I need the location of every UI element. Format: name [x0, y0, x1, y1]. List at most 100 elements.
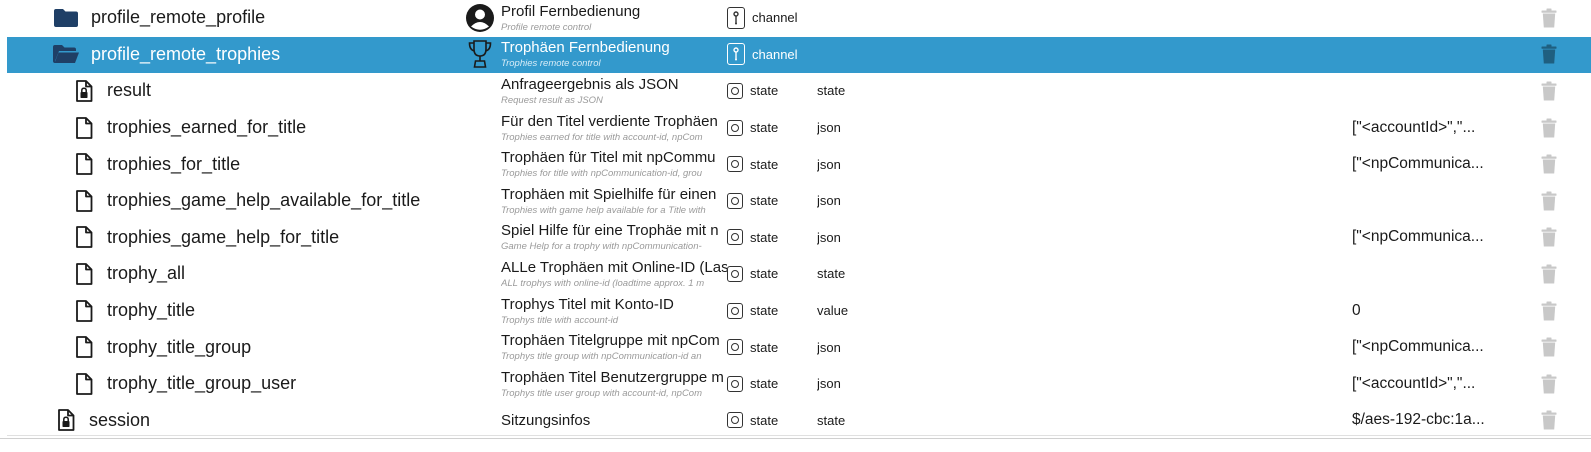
delete-button[interactable]	[1535, 146, 1563, 182]
object-name[interactable]: Profil Fernbedienung Profile remote cont…	[501, 0, 727, 36]
object-role[interactable]: json	[817, 329, 937, 365]
tree-row[interactable]: trophy_title_group_user Trophäen Titel B…	[7, 366, 1591, 403]
object-role[interactable]: json	[817, 183, 937, 219]
object-name[interactable]: ALLe Trophäen mit Online-ID (Las ALL tro…	[501, 256, 727, 292]
delete-button[interactable]	[1535, 403, 1563, 439]
object-value[interactable]: ["<accountId>","...	[1352, 110, 1522, 146]
tree-row[interactable]: trophies_game_help_for_title Spiel Hilfe…	[7, 220, 1591, 257]
object-value[interactable]	[1352, 256, 1522, 292]
object-id[interactable]: profile_remote_trophies	[91, 37, 280, 73]
object-value[interactable]: ["<npCommunica...	[1352, 220, 1522, 256]
object-type: state	[727, 256, 817, 292]
channel-icon	[727, 6, 745, 29]
object-name[interactable]: Spiel Hilfe für eine Trophäe mit n Game …	[501, 220, 727, 256]
object-id[interactable]: profile_remote_profile	[91, 0, 265, 36]
object-id[interactable]: session	[89, 403, 150, 439]
file-icon[interactable]	[69, 110, 99, 146]
state-icon	[727, 82, 743, 99]
object-role[interactable]: state	[817, 73, 937, 109]
file-icon[interactable]	[69, 293, 99, 329]
object-type: state	[727, 220, 817, 256]
state-icon	[727, 375, 743, 392]
object-role[interactable]	[817, 0, 937, 36]
delete-button[interactable]	[1535, 293, 1563, 329]
object-role[interactable]: state	[817, 256, 937, 292]
object-role[interactable]: json	[817, 110, 937, 146]
delete-button[interactable]	[1535, 0, 1563, 36]
object-id[interactable]: trophy_title_group_user	[107, 366, 296, 402]
file-icon[interactable]	[69, 220, 99, 256]
object-type: state	[727, 183, 817, 219]
object-id[interactable]: trophies_game_help_available_for_title	[107, 183, 420, 219]
object-description: Trophies for title with npCommunication-…	[501, 168, 702, 180]
object-value[interactable]: $/aes-192-cbc:1a...	[1352, 403, 1522, 439]
tree-row[interactable]: result Anfrageergebnis als JSON Request …	[7, 73, 1591, 110]
object-role[interactable]: json	[817, 220, 937, 256]
object-type: state	[727, 146, 817, 182]
object-id[interactable]: trophies_earned_for_title	[107, 110, 306, 146]
file-icon[interactable]	[69, 146, 99, 182]
object-name[interactable]: Trophäen mit Spielhilfe für einen Trophi…	[501, 183, 727, 219]
object-name[interactable]: Sitzungsinfos	[501, 403, 727, 439]
file-icon[interactable]	[69, 366, 99, 402]
object-value[interactable]	[1352, 37, 1522, 73]
tree-row[interactable]: profile_remote_profile Profil Fernbedien…	[7, 0, 1591, 37]
object-name[interactable]: Trophäen Titel Benutzergruppe m Trophys …	[501, 366, 727, 402]
tree-row[interactable]: session Sitzungsinfos state state $/aes-…	[7, 403, 1591, 440]
tree-row[interactable]: trophy_all ALLe Trophäen mit Online-ID (…	[7, 256, 1591, 293]
object-value[interactable]: ["<accountId>","...	[1352, 366, 1522, 402]
object-title: Trophäen mit Spielhilfe für einen	[501, 185, 717, 203]
folder-icon[interactable]	[51, 0, 81, 36]
object-name[interactable]: Anfrageergebnis als JSON Request result …	[501, 73, 727, 109]
object-id[interactable]: trophy_all	[107, 256, 185, 292]
object-id[interactable]: trophies_for_title	[107, 146, 240, 182]
delete-button[interactable]	[1535, 73, 1563, 109]
delete-button[interactable]	[1535, 256, 1563, 292]
object-name[interactable]: Trophäen Titelgruppe mit npCom Trophys t…	[501, 329, 727, 365]
file-icon[interactable]	[69, 256, 99, 292]
object-id[interactable]: trophies_game_help_for_title	[107, 220, 339, 256]
object-id[interactable]: result	[107, 73, 151, 109]
object-type: channel	[727, 0, 817, 36]
object-title: Für den Titel verdiente Trophäen	[501, 112, 718, 130]
delete-button[interactable]	[1535, 366, 1563, 402]
trash-icon	[1541, 410, 1557, 430]
object-name[interactable]: Trophäen für Titel mit npCommu Trophies …	[501, 146, 727, 182]
tree-row[interactable]: trophy_title_group Trophäen Titelgruppe …	[7, 329, 1591, 366]
file-icon[interactable]	[69, 329, 99, 365]
delete-button[interactable]	[1535, 110, 1563, 146]
object-value[interactable]	[1352, 183, 1522, 219]
object-name[interactable]: Für den Titel verdiente Trophäen Trophie…	[501, 110, 727, 146]
file-lock-icon[interactable]	[51, 403, 81, 439]
object-name[interactable]: Trophäen Fernbedienung Trophies remote c…	[501, 37, 727, 73]
tree-row[interactable]: trophies_for_title Trophäen für Titel mi…	[7, 146, 1591, 183]
tree-row[interactable]: trophy_title Trophys Titel mit Konto-ID …	[7, 293, 1591, 330]
delete-button[interactable]	[1535, 37, 1563, 73]
object-role[interactable]: json	[817, 146, 937, 182]
delete-button[interactable]	[1535, 183, 1563, 219]
file-lock-icon[interactable]	[69, 73, 99, 109]
object-value[interactable]	[1352, 73, 1522, 109]
folder-open-icon[interactable]	[51, 37, 81, 73]
object-role[interactable]: value	[817, 293, 937, 329]
tree-row[interactable]: trophies_earned_for_title Für den Titel …	[7, 110, 1591, 147]
object-value[interactable]: ["<npCommunica...	[1352, 329, 1522, 365]
type-label: state	[750, 303, 779, 319]
object-value[interactable]: ["<npCommunica...	[1352, 146, 1522, 182]
object-id[interactable]: trophy_title_group	[107, 329, 251, 365]
file-icon[interactable]	[69, 183, 99, 219]
object-id[interactable]: trophy_title	[107, 293, 195, 329]
object-role[interactable]: json	[817, 366, 937, 402]
object-role[interactable]	[817, 37, 937, 73]
tree-row[interactable]: trophies_game_help_available_for_title T…	[7, 183, 1591, 220]
delete-button[interactable]	[1535, 220, 1563, 256]
delete-button[interactable]	[1535, 329, 1563, 365]
trash-icon	[1541, 118, 1557, 138]
object-name[interactable]: Trophys Titel mit Konto-ID Trophys title…	[501, 293, 727, 329]
object-value[interactable]	[1352, 0, 1522, 36]
object-role[interactable]: state	[817, 403, 937, 439]
type-label: channel	[752, 10, 798, 26]
object-value[interactable]: 0	[1352, 293, 1522, 329]
trophy-icon	[463, 37, 497, 73]
tree-row[interactable]: profile_remote_trophies Trophäen Fernbed…	[7, 36, 1591, 74]
